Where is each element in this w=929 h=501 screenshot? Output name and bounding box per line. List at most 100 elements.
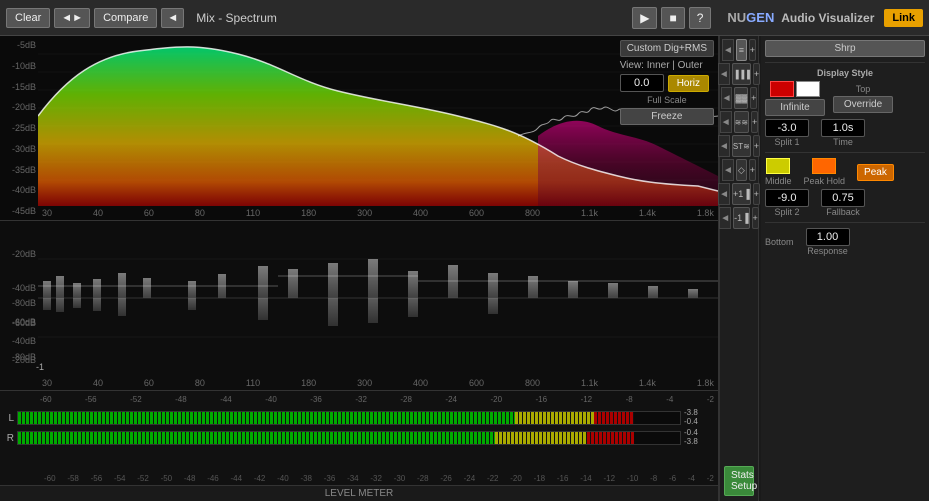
side-arrow-left-2[interactable]: ◄ xyxy=(718,63,730,85)
side-arrow-left-4[interactable]: ◄ xyxy=(720,111,732,133)
split2-input[interactable] xyxy=(765,189,809,207)
analyzer-db-20b: -20dB xyxy=(2,355,36,365)
side-btn-dense[interactable]: ▓▓ xyxy=(734,87,748,109)
compare-arrow[interactable]: ◄ xyxy=(161,8,184,28)
db-label-30: -30dB xyxy=(2,144,36,154)
db-label-25: -25dB xyxy=(2,123,36,133)
middle-peak-row: Middle Peak Hold Peak xyxy=(765,158,925,186)
fallback-input[interactable] xyxy=(821,189,865,207)
level-meter-title: LEVEL METER xyxy=(0,485,718,501)
db-label-45: -45dB xyxy=(2,206,36,216)
play-button[interactable]: ▶ xyxy=(632,7,657,29)
analyzer-freq-labels: 30 40 60 80 110 180 300 400 600 800 1.1k… xyxy=(38,378,718,388)
side-btn-plus-one[interactable]: +1▐ xyxy=(732,183,751,205)
analyzer-db-40b: -40dB xyxy=(2,336,36,346)
header-title: Mix - Spectrum xyxy=(196,11,628,25)
bottom-label: Bottom xyxy=(765,237,794,247)
side-row-8: ◄ -1▐ + xyxy=(722,207,756,229)
side-btn-st[interactable]: ST≋ xyxy=(732,135,751,157)
spectrum-svg xyxy=(38,36,718,206)
nav-arrows-button[interactable]: ◄► xyxy=(54,8,90,28)
help-button[interactable]: ? xyxy=(689,7,712,29)
full-scale-input[interactable] xyxy=(620,74,664,92)
side-btn-minus-one[interactable]: -1▐ xyxy=(733,207,749,229)
logo-suffix: Audio Visualizer xyxy=(778,11,874,25)
time-label: Time xyxy=(833,137,853,147)
spectrum-display: -5dB -10dB -15dB -20dB -25dB -30dB -35dB… xyxy=(0,36,718,221)
top-label: Top xyxy=(856,84,871,94)
response-label: Response xyxy=(807,246,848,256)
side-row-7: ◄ +1▐ + xyxy=(722,183,756,205)
analyzer-db-80b: -80dB xyxy=(2,298,36,308)
time-input[interactable] xyxy=(821,119,865,137)
visualizer-panel: -5dB -10dB -15dB -20dB -25dB -30dB -35dB… xyxy=(0,36,719,501)
clear-button[interactable]: Clear xyxy=(6,8,50,28)
r-meter-val-mid: -3.8 xyxy=(684,438,714,447)
fallback-label: Fallback xyxy=(826,207,860,217)
side-btn-plus-2[interactable]: + xyxy=(753,63,760,85)
side-row-4: ◄ ≋≋ + xyxy=(722,111,756,133)
top-color-red xyxy=(770,81,794,97)
divider-2 xyxy=(765,152,925,153)
peak-button[interactable]: Peak xyxy=(857,164,894,181)
meter-bars: L -3.8 -0.4 xyxy=(0,407,718,471)
split1-label: Split 1 xyxy=(774,137,799,147)
split1-input[interactable] xyxy=(765,119,809,137)
bottom-response-row: Bottom Response xyxy=(765,228,925,256)
link-button[interactable]: Link xyxy=(884,9,923,27)
side-arrow-left-5[interactable]: ◄ xyxy=(718,135,730,157)
header-bar: Clear ◄► Compare ◄ Mix - Spectrum ▶ ■ ? … xyxy=(0,0,929,36)
side-arrow-left-6[interactable]: ◄ xyxy=(722,159,734,181)
db-label-35: -35dB xyxy=(2,165,36,175)
divider-1 xyxy=(765,62,925,63)
infinite-button[interactable]: Infinite xyxy=(765,99,825,116)
side-row-1: ◄ ≡ + xyxy=(722,39,756,61)
override-button[interactable]: Override xyxy=(833,96,893,113)
split2-row: Split 2 Fallback xyxy=(765,189,925,217)
logo-nu: NU xyxy=(727,10,746,25)
side-row-6: ◄ ◇ + xyxy=(722,159,756,181)
custom-dig-rms-button[interactable]: Custom Dig+RMS xyxy=(620,40,714,57)
shrp-button[interactable]: Shrp xyxy=(765,40,925,57)
l-meter-val-mid: -0.4 xyxy=(684,418,714,427)
side-arrow-left-7[interactable]: ◄ xyxy=(718,183,730,205)
full-scale-label: Full Scale xyxy=(620,95,714,105)
side-btn-diamond[interactable]: ◇ xyxy=(736,159,747,181)
meter-bar-r xyxy=(17,431,681,445)
compare-button[interactable]: Compare xyxy=(94,8,157,28)
divider-3 xyxy=(765,222,925,223)
freeze-button[interactable]: Freeze xyxy=(620,108,714,125)
controls-panel: Shrp Display Style Infinite Top Override xyxy=(761,36,929,501)
db-label-40: -40dB xyxy=(2,185,36,195)
analyzer-db-60b: -60dB xyxy=(2,317,36,327)
spectrum-controls: Custom Dig+RMS View: Inner | Outer Horiz… xyxy=(620,40,714,125)
side-btn-plus-1[interactable]: + xyxy=(749,39,756,61)
horiz-button[interactable]: Horiz xyxy=(668,75,709,92)
response-input[interactable] xyxy=(806,228,850,246)
side-btn-plus-8[interactable]: + xyxy=(752,207,759,229)
meter-fill-r xyxy=(18,432,680,444)
side-btn-plus-6[interactable]: + xyxy=(749,159,756,181)
side-arrow-left-1[interactable]: ◄ xyxy=(722,39,734,61)
side-btn-bars[interactable]: ▐▐▐ xyxy=(732,63,751,85)
channel-label-l: L xyxy=(4,413,14,424)
side-btn-plus-7[interactable]: + xyxy=(753,183,760,205)
meter-scale-row: -60 -56 -52 -48 -44 -40 -36 -32 -28 -24 … xyxy=(0,391,718,407)
side-arrow-left-8[interactable]: ◄ xyxy=(719,207,731,229)
side-btn-plus-3[interactable]: + xyxy=(750,87,757,109)
middle-color-yellow xyxy=(766,158,790,174)
middle-label: Middle xyxy=(765,176,792,186)
marker-value: -1 xyxy=(36,362,44,372)
side-arrow-left-3[interactable]: ◄ xyxy=(721,87,733,109)
stats-setup-button[interactable]: StatsSetup xyxy=(724,466,754,496)
transport-controls: ▶ ■ ? xyxy=(632,7,711,29)
analyzer-display: -20dB -40dB -60dB -80dB xyxy=(0,221,718,391)
side-btn-lines[interactable]: ≡ xyxy=(736,39,747,61)
db-label-5: -5dB xyxy=(2,40,36,50)
side-btn-plus-5[interactable]: + xyxy=(753,135,760,157)
stop-button[interactable]: ■ xyxy=(661,7,684,29)
side-btn-wave[interactable]: ≋≋ xyxy=(734,111,749,133)
meter-bar-l xyxy=(17,411,681,425)
side-buttons-panel: ◄ ≡ + ◄ ▐▐▐ + ◄ ▓▓ + ◄ ≋≋ + ◄ ST≋ + ◄ ◇ … xyxy=(719,36,759,501)
side-btn-plus-4[interactable]: + xyxy=(751,111,758,133)
